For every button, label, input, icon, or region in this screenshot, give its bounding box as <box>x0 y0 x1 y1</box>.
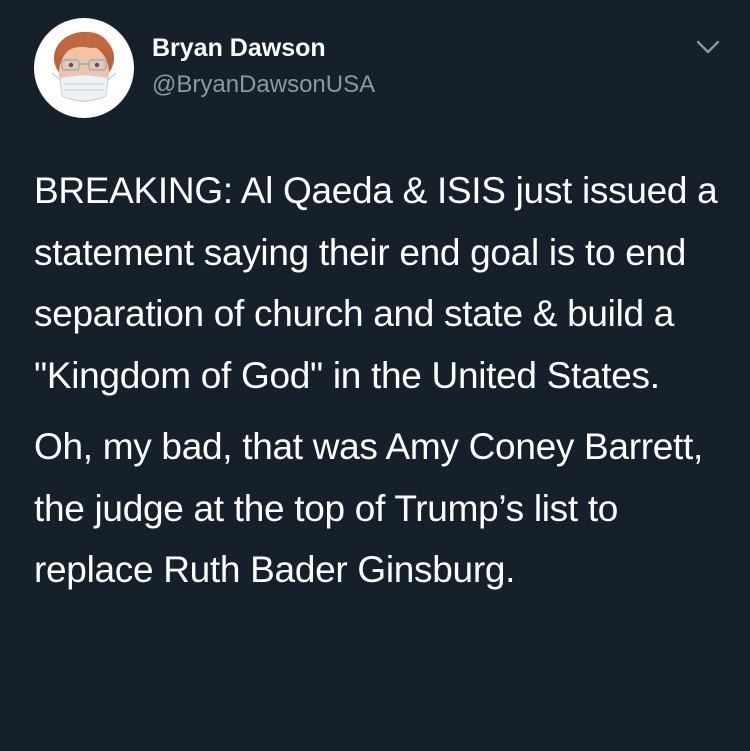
author-name[interactable]: Bryan Dawson <box>152 33 326 63</box>
chevron-down-icon[interactable] <box>693 34 723 60</box>
tweet-paragraph: Oh, my bad, that was Amy Coney Barrett, … <box>34 426 703 590</box>
avatar-illustration <box>51 32 117 102</box>
tweet-card: Bryan Dawson @BryanDawsonUSA BREAKING: A… <box>0 0 750 751</box>
tweet-paragraph: BREAKING: Al Qaeda & ISIS just issued a … <box>34 170 718 396</box>
tweet-text: BREAKING: Al Qaeda & ISIS just issued a … <box>34 160 724 601</box>
avatar[interactable] <box>34 18 134 118</box>
author-handle[interactable]: @BryanDawsonUSA <box>152 70 375 100</box>
